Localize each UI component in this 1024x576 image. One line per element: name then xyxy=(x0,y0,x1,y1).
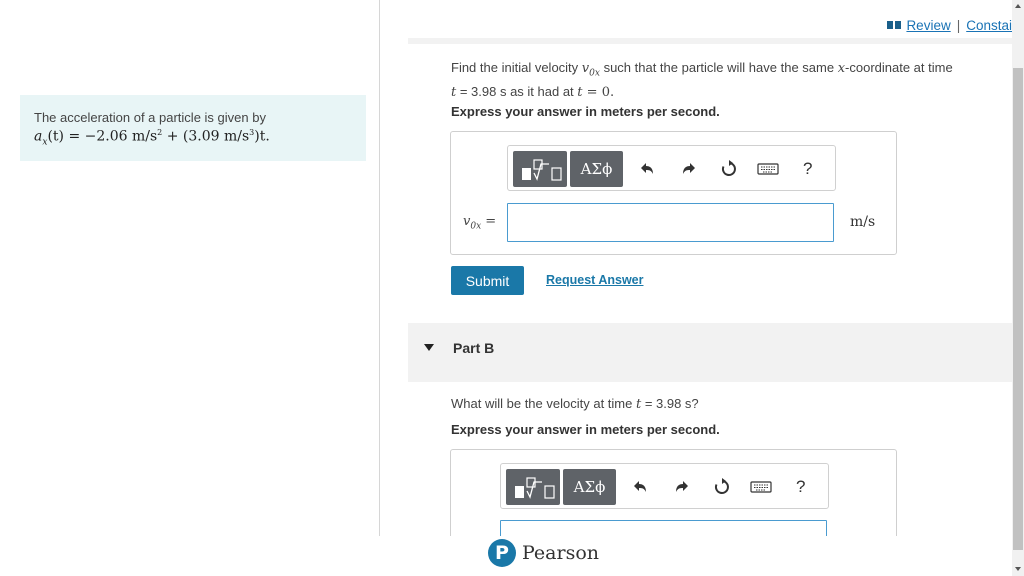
problem-pane: The acceleration of a particle is given … xyxy=(0,0,380,536)
undo-icon[interactable] xyxy=(631,478,649,496)
part-b-header[interactable]: Part B xyxy=(408,323,1012,382)
templates-icon xyxy=(515,477,555,499)
templates-button[interactable] xyxy=(513,151,567,187)
review-icon xyxy=(887,17,902,29)
vertical-scrollbar[interactable] xyxy=(1012,0,1024,576)
unit-label: m/s xyxy=(850,214,876,230)
part-b-instruction: Express your answer in meters per second… xyxy=(451,422,720,437)
pearson-logo: P Pearson xyxy=(488,539,599,567)
var-subscript: 0x xyxy=(470,221,482,232)
part-a-instruction: Express your answer in meters per second… xyxy=(451,104,720,119)
var-equals: = xyxy=(481,214,497,229)
keyboard-icon[interactable] xyxy=(750,478,772,496)
velocity-answer-input[interactable] xyxy=(507,203,834,242)
math-toolbar: ΑΣϕ ? xyxy=(500,463,829,509)
reset-icon[interactable] xyxy=(713,478,731,496)
part-a-header-strip xyxy=(408,38,1012,44)
request-answer-link[interactable]: Request Answer xyxy=(546,273,643,287)
question-x: x xyxy=(837,61,846,76)
help-button[interactable]: ? xyxy=(796,477,805,497)
greek-symbols-button[interactable]: ΑΣϕ xyxy=(563,469,616,505)
templates-button[interactable] xyxy=(506,469,560,505)
answer-pane: Review | Constai Find the initial velocity… xyxy=(380,0,1012,576)
help-button[interactable]: ? xyxy=(803,159,812,179)
pearson-brand-text: Pearson xyxy=(522,542,600,564)
formula-term-3: )t. xyxy=(254,128,270,145)
scroll-up-arrow-icon[interactable] xyxy=(1015,4,1021,8)
formula-term-2: + (3.09 m/s xyxy=(162,128,250,145)
constants-link[interactable]: Constai xyxy=(966,18,1012,33)
question-var-subscript: 0x xyxy=(589,68,600,79)
problem-statement-box: The acceleration of a particle is given … xyxy=(20,95,366,161)
question-text: What will be the velocity at time xyxy=(451,396,636,411)
keyboard-icon[interactable] xyxy=(757,160,779,178)
submit-button[interactable]: Submit xyxy=(451,266,524,295)
review-link[interactable]: Review xyxy=(906,18,950,33)
question-text: = 0. xyxy=(582,84,615,100)
question-text: -coordinate at time xyxy=(845,60,953,75)
part-a-answer-box: ΑΣϕ ? v0x = m/s xyxy=(450,131,897,255)
part-b-title: Part B xyxy=(453,340,495,356)
acceleration-formula: ax(t) = −2.06 m/s2 + (3.09 m/s3)t. xyxy=(34,128,366,147)
problem-intro-text: The acceleration of a particle is given … xyxy=(34,110,266,125)
formula-term-1: (t) = −2.06 m/s xyxy=(47,128,158,145)
pearson-logo-icon: P xyxy=(488,539,516,567)
question-text: = 3.98 s as it had at xyxy=(456,83,578,99)
question-text: such that the particle will have the sam… xyxy=(599,60,838,75)
math-toolbar: ΑΣϕ ? xyxy=(507,145,836,191)
templates-icon xyxy=(522,159,562,181)
redo-icon[interactable] xyxy=(680,160,698,178)
scrollbar-thumb[interactable] xyxy=(1013,68,1023,550)
question-text: = 3.98 s? xyxy=(641,396,699,411)
scroll-down-arrow-icon[interactable] xyxy=(1015,567,1021,571)
part-a-question: Find the initial velocity v0x such that … xyxy=(451,59,1001,102)
question-text: Find the initial velocity xyxy=(451,60,582,75)
part-b-question: What will be the velocity at time t = 3.… xyxy=(451,395,699,414)
header-separator: | xyxy=(956,18,961,33)
undo-icon[interactable] xyxy=(638,160,656,178)
header-links: Review | Constai xyxy=(887,17,1012,33)
greek-symbols-button[interactable]: ΑΣϕ xyxy=(570,151,623,187)
redo-icon[interactable] xyxy=(673,478,691,496)
collapse-caret-icon[interactable] xyxy=(424,344,434,351)
reset-icon[interactable] xyxy=(720,160,738,178)
answer-variable-label: v0x = xyxy=(463,214,496,232)
